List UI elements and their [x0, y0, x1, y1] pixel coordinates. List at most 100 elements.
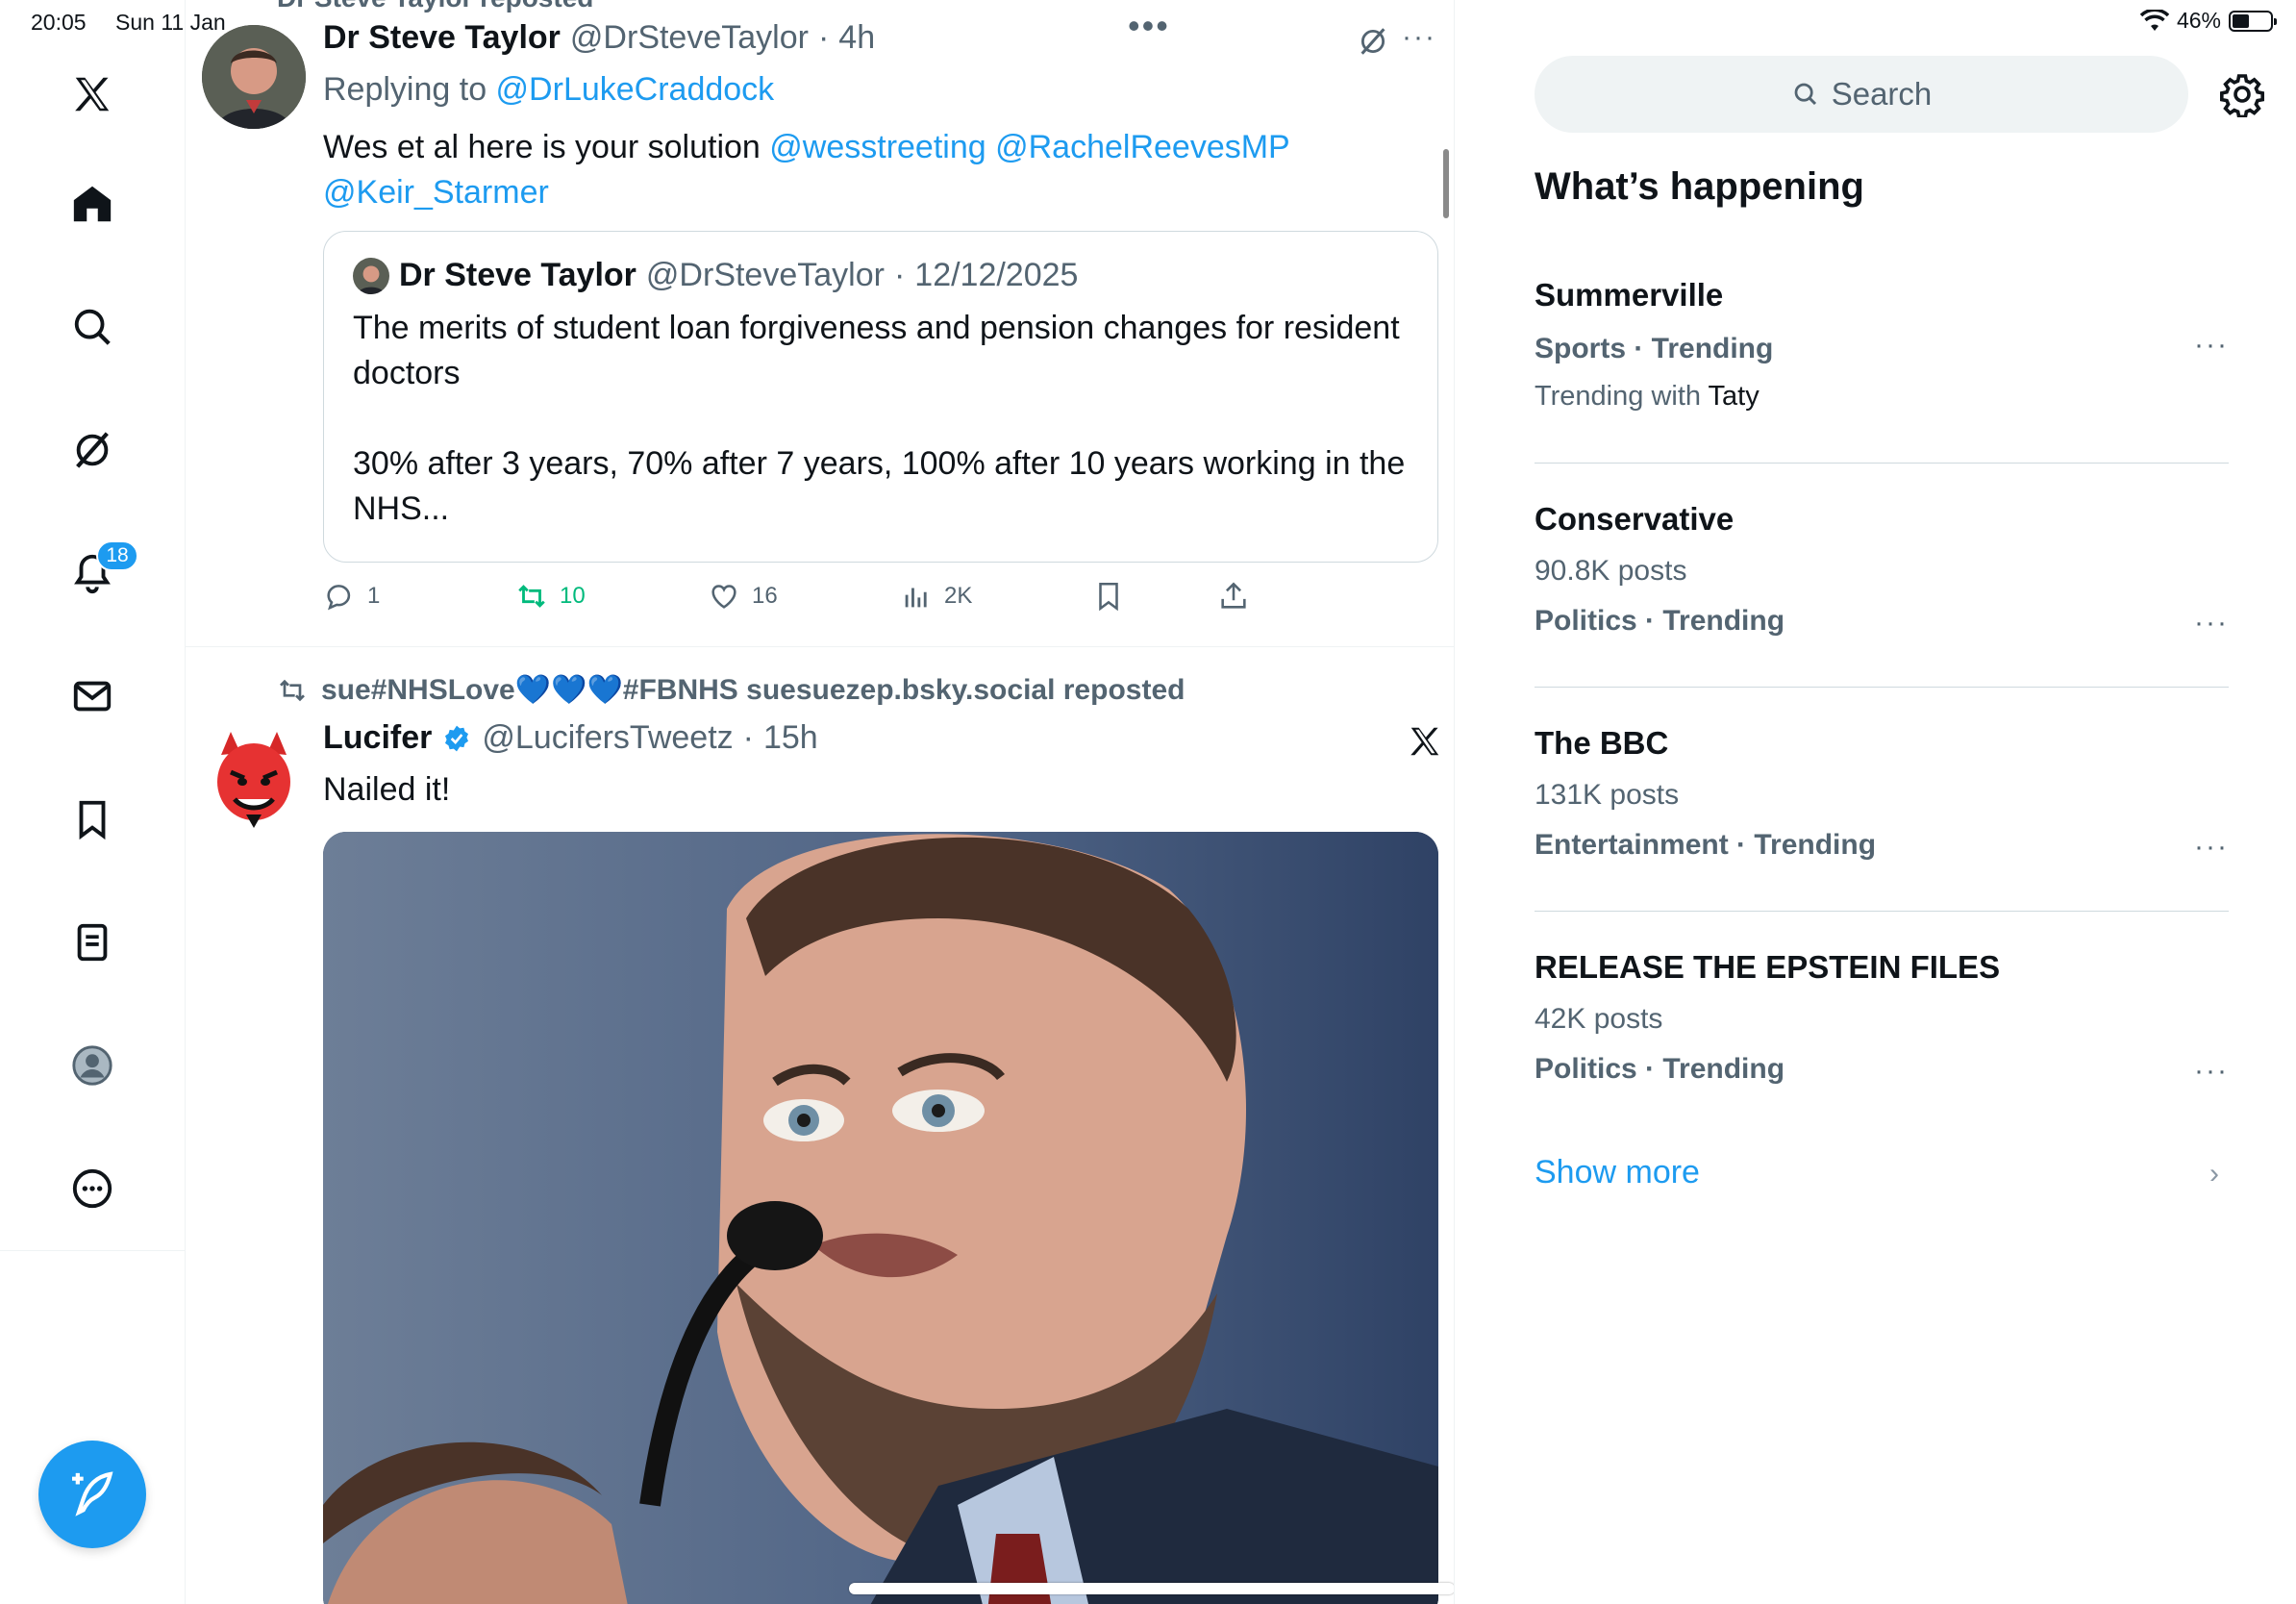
- compose-feather-icon: [72, 1471, 113, 1516]
- replying-to: Replying to @DrLukeCraddock: [323, 67, 774, 113]
- right-sidebar: Search What’s happening Summerville Spor…: [1455, 0, 2296, 1604]
- share-button[interactable]: [1217, 580, 1250, 613]
- author-name[interactable]: Dr Steve Taylor: [323, 19, 561, 57]
- tweet-time[interactable]: 15h: [763, 719, 818, 757]
- timeline[interactable]: Dr Steve Taylor reposted ••• Dr Steve Ta…: [186, 0, 1455, 1604]
- nav-divider: [0, 1250, 186, 1251]
- show-more-link[interactable]: Show more: [1535, 1154, 1700, 1191]
- view-count: 2K: [944, 583, 973, 609]
- home-indicator[interactable]: [849, 1583, 1454, 1594]
- reply-count: 1: [367, 583, 381, 609]
- trend-more-icon[interactable]: ···: [2194, 831, 2229, 864]
- more-options-icon[interactable]: •••: [1128, 6, 1170, 46]
- search-icon[interactable]: [54, 288, 131, 365]
- left-navigation: 18: [0, 0, 186, 1604]
- quote-line: NHS...: [353, 490, 450, 527]
- author-name[interactable]: Lucifer: [323, 719, 432, 757]
- trend-title: The BBC: [1535, 725, 1669, 761]
- repost-button[interactable]: 10: [515, 580, 586, 613]
- quote-author-handle: @DrSteveTaylor: [645, 257, 885, 293]
- trend-item[interactable]: Conservative 90.8K posts Politics · Tren…: [1535, 501, 2229, 639]
- author-handle[interactable]: @DrSteveTaylor: [570, 19, 809, 57]
- search-input[interactable]: Search: [1535, 56, 2188, 133]
- notifications-bell-icon[interactable]: 18: [54, 535, 138, 612]
- trend-meta: Sports · Trending: [1535, 333, 1774, 364]
- tweet-time[interactable]: 4h: [838, 19, 875, 57]
- trend-title: RELEASE THE EPSTEIN FILES: [1535, 949, 2001, 985]
- home-icon[interactable]: [54, 165, 131, 242]
- tweet-text: Nailed it!: [323, 771, 451, 808]
- trend-item[interactable]: RELEASE THE EPSTEIN FILES 42K posts Poli…: [1535, 949, 2229, 1088]
- tweet-divider: [186, 646, 1454, 647]
- quote-line: The merits of student loan forgiveness a…: [353, 310, 1400, 346]
- quote-line: 30% after 3 years, 70% after 7 years, 10…: [353, 445, 1406, 482]
- tweet-mention[interactable]: @Keir_Starmer: [323, 174, 549, 211]
- messages-icon[interactable]: [54, 658, 131, 735]
- like-button[interactable]: 16: [708, 580, 778, 613]
- whats-happening-title: What’s happening: [1535, 165, 1864, 208]
- trend-title: Summerville: [1535, 277, 1724, 313]
- trend-item[interactable]: Summerville Sports · Trending Trending w…: [1535, 277, 2229, 413]
- author-handle[interactable]: @LucifersTweetz: [482, 719, 733, 757]
- separator-dot: ·: [742, 719, 754, 756]
- grok-icon[interactable]: [54, 412, 131, 489]
- quote-text: The merits of student loan forgiveness a…: [353, 306, 1409, 532]
- trend-meta: Politics · Trending: [1535, 1053, 1785, 1085]
- tweet-image[interactable]: [323, 832, 1438, 1604]
- trend-posts: 42K posts: [1535, 1003, 1663, 1035]
- reply-button[interactable]: 1: [323, 580, 380, 613]
- trend-more-icon[interactable]: ···: [2194, 1055, 2229, 1088]
- quoted-tweet[interactable]: Dr Steve Taylor @DrSteveTaylor · 12/12/2…: [323, 231, 1438, 563]
- quote-author-name: Dr Steve Taylor: [399, 257, 636, 293]
- repost-icon: [280, 679, 305, 701]
- tweet-header: Lucifer @LucifersTweetz · 15h: [323, 719, 818, 757]
- repost-header: Dr Steve Taylor reposted: [277, 0, 593, 13]
- replying-prefix: Replying to: [323, 71, 496, 108]
- bookmark-button[interactable]: [1092, 580, 1125, 613]
- reply-icon: [327, 585, 351, 611]
- reposted-by[interactable]: sue#NHSLove💙💙💙#FBNHS suesuezep.bsky.soci…: [321, 673, 1185, 707]
- trend-more-icon[interactable]: ···: [2194, 329, 2229, 362]
- tweet-more-icon[interactable]: ···: [1402, 21, 1436, 54]
- trend-divider: [1535, 463, 2229, 464]
- views-button[interactable]: 2K: [900, 580, 972, 613]
- quote-header: Dr Steve Taylor @DrSteveTaylor · 12/12/2…: [353, 257, 1409, 294]
- x-source-icon: [1407, 723, 1443, 764]
- repost-icon: [518, 585, 545, 608]
- replying-mention[interactable]: @DrLukeCraddock: [496, 71, 775, 108]
- settings-gear-icon[interactable]: [2219, 71, 2265, 119]
- avatar[interactable]: [202, 726, 306, 830]
- heart-icon: [711, 585, 736, 609]
- bookmarks-icon[interactable]: [54, 781, 131, 858]
- trend-meta: Entertainment · Trending: [1535, 829, 1877, 861]
- lists-icon[interactable]: [54, 904, 131, 981]
- vertical-scrollbar[interactable]: [1443, 149, 1449, 218]
- trend-sub-name: Taty: [1708, 381, 1759, 412]
- tweet-header: Dr Steve Taylor @DrSteveTaylor · 4h: [323, 19, 875, 57]
- photo-man-at-microphone: [323, 832, 1438, 1604]
- trend-item[interactable]: The BBC 131K posts Entertainment · Trend…: [1535, 725, 2229, 864]
- avatar[interactable]: [202, 25, 306, 129]
- compose-post-button[interactable]: [38, 1441, 146, 1548]
- trend-divider: [1535, 911, 2229, 912]
- trend-sub-prefix: Trending with: [1535, 381, 1709, 412]
- bookmark-icon: [1099, 582, 1118, 612]
- views-chart-icon: [905, 588, 927, 608]
- quote-date: 12/12/2025: [914, 257, 1079, 293]
- tweet-actions: 1 10 16 2K: [323, 580, 1285, 618]
- trend-title: Conservative: [1535, 501, 1734, 537]
- like-count: 16: [752, 583, 778, 609]
- grok-icon[interactable]: [1357, 25, 1389, 63]
- trend-posts: 131K posts: [1535, 779, 1680, 811]
- tweet-mentions[interactable]: @wesstreeting @RachelReevesMP: [769, 129, 1289, 165]
- separator-dot: ·: [893, 257, 906, 293]
- search-icon: [1794, 83, 1816, 106]
- more-icon[interactable]: [54, 1150, 131, 1227]
- tweet-text-prefix: Wes et al here is your solution: [323, 129, 770, 165]
- trend-more-icon[interactable]: ···: [2194, 607, 2229, 639]
- repost-indicator: sue#NHSLove💙💙💙#FBNHS suesuezep.bsky.soci…: [277, 673, 1185, 707]
- search-placeholder: Search: [1831, 76, 1933, 112]
- chevron-right-icon[interactable]: ›: [2209, 1158, 2219, 1190]
- profile-avatar-icon[interactable]: [54, 1027, 131, 1104]
- x-logo-icon[interactable]: [54, 56, 131, 133]
